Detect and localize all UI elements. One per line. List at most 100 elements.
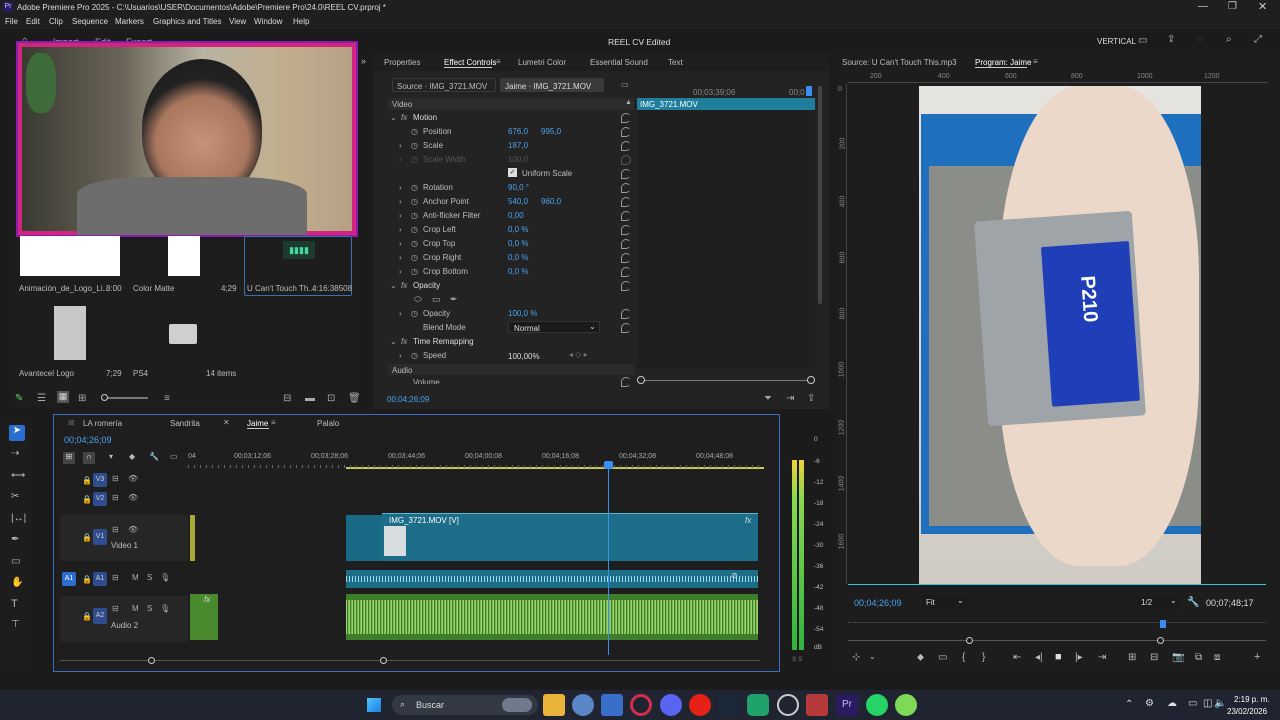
opacity-value[interactable]: 100,0 %: [508, 309, 537, 318]
property-value[interactable]: 100,0: [508, 155, 528, 164]
fx-icon[interactable]: fx: [401, 113, 407, 122]
reset-icon[interactable]: [621, 323, 631, 333]
pen-tool-icon[interactable]: ✒: [11, 534, 19, 545]
reset-icon[interactable]: [621, 253, 631, 263]
project-thumb-2[interactable]: [168, 236, 200, 276]
lift-icon[interactable]: ⊞: [1128, 652, 1136, 663]
fx-icon[interactable]: fx: [401, 337, 407, 346]
slip-icon[interactable]: |↔|: [11, 513, 26, 524]
sequence-tab-la-romeria[interactable]: LA romería: [83, 419, 122, 428]
fit-select[interactable]: Fit ⌄: [922, 595, 968, 609]
chevron-right-icon[interactable]: ›: [399, 267, 402, 276]
selection-tool-icon[interactable]: ➤: [9, 425, 25, 441]
sequence-tab-sandrita[interactable]: Sandrita: [170, 419, 200, 428]
minimize-icon[interactable]: —: [1198, 1, 1208, 12]
whatsapp-icon[interactable]: [866, 694, 888, 716]
ec-current-time[interactable]: 00;04;26;09: [387, 395, 429, 404]
chevron-right-icon[interactable]: ›: [399, 211, 402, 220]
freeform-view-icon[interactable]: ⊞: [78, 393, 86, 404]
meter-solo-buttons[interactable]: S S: [792, 656, 802, 663]
new-bin-icon[interactable]: ▬: [305, 393, 315, 404]
video-clip-stack[interactable]: [346, 515, 382, 561]
audio-clip-a2[interactable]: [346, 594, 758, 640]
yellow-clip-marker[interactable]: [190, 515, 195, 561]
property-value[interactable]: 676,0: [508, 127, 528, 136]
property-value[interactable]: 0,0 %: [508, 253, 528, 262]
ec-playhead[interactable]: [806, 86, 812, 96]
mark-in-bracket-icon[interactable]: {: [962, 652, 965, 663]
tray-app-icon[interactable]: ⚙: [1145, 698, 1154, 709]
lock-icon[interactable]: 🔒: [82, 612, 92, 621]
program-zoom-bar[interactable]: [848, 637, 1266, 644]
add-marker-icon[interactable]: ⬥: [917, 652, 924, 663]
track-v1-target[interactable]: V1: [93, 529, 107, 545]
tab-menu-icon[interactable]: ≡: [271, 418, 276, 427]
ripple-edit-icon[interactable]: ⟷: [11, 470, 25, 481]
stopwatch-icon[interactable]: ◷: [411, 183, 418, 192]
scroll-up-icon[interactable]: ▲: [625, 99, 632, 106]
solo-icon[interactable]: S: [147, 573, 152, 582]
network-icon[interactable]: ◫: [1203, 698, 1212, 709]
settings-app-icon[interactable]: [572, 694, 594, 716]
stopwatch-icon[interactable]: ◷: [411, 309, 418, 318]
time-remap-chevron-icon[interactable]: ⌄: [390, 337, 397, 346]
reset-icon[interactable]: [621, 281, 631, 291]
menu-sequence[interactable]: Sequence: [72, 17, 108, 26]
type-tool-icon[interactable]: T: [11, 598, 18, 610]
maximize-icon[interactable]: ❐: [1228, 1, 1237, 12]
timeline-timecode[interactable]: 00;04;26;09: [64, 435, 112, 445]
menu-window[interactable]: Window: [254, 17, 282, 26]
blend-mode-select[interactable]: Normal ⌄: [508, 321, 600, 333]
linked-icon[interactable]: ◆: [129, 452, 135, 461]
marker-icon[interactable]: ▾: [109, 452, 113, 461]
list-view-icon[interactable]: ☰: [37, 393, 46, 404]
tab-menu-icon[interactable]: ≡: [496, 57, 501, 66]
panel-menu-icon[interactable]: »: [361, 56, 366, 66]
reset-icon[interactable]: [621, 211, 631, 221]
menu-clip[interactable]: Clip: [49, 17, 63, 26]
close-icon[interactable]: ✕: [223, 418, 230, 427]
reset-icon[interactable]: [621, 239, 631, 249]
eye-icon[interactable]: 👁: [128, 493, 138, 502]
chevron-right-icon[interactable]: ›: [399, 141, 402, 150]
chevron-right-icon[interactable]: ›: [399, 155, 402, 164]
stopwatch-icon[interactable]: ◷: [411, 155, 418, 164]
fullscreen-icon[interactable]: ⤢: [1254, 34, 1262, 45]
youtube-icon[interactable]: [689, 694, 711, 716]
playhead-line[interactable]: [608, 463, 609, 655]
source-a1-patch[interactable]: A1: [62, 572, 76, 586]
razor-icon[interactable]: ✂: [11, 491, 19, 502]
fx-icon[interactable]: fx: [401, 281, 407, 290]
rect-mask-icon[interactable]: ▭: [432, 294, 441, 305]
reset-icon[interactable]: [621, 155, 631, 165]
captions-icon[interactable]: ▭: [170, 452, 178, 461]
resolution-select[interactable]: 1/2 ⌄: [1137, 595, 1181, 609]
reset-icon[interactable]: [621, 141, 631, 151]
trash-icon[interactable]: 🗑: [348, 393, 361, 404]
audio-clip-a1[interactable]: ⊘: [346, 570, 758, 588]
chatgpt-icon[interactable]: [777, 694, 799, 716]
volume-icon[interactable]: 🔈: [1214, 698, 1226, 709]
video-clip[interactable]: IMG_3721.MOV [V] fx: [382, 513, 758, 561]
source-clip-label[interactable]: Source · IMG_3721.MOV: [397, 82, 487, 91]
settings-wrench-icon[interactable]: 🔧: [149, 452, 159, 461]
stopwatch-icon[interactable]: ◷: [411, 127, 418, 136]
program-timecode[interactable]: 00;04;26;09: [854, 598, 902, 608]
program-monitor-tab[interactable]: Program: Jaime: [975, 58, 1031, 67]
extract-icon[interactable]: ⊟: [1150, 652, 1158, 663]
app-icon-green[interactable]: [747, 694, 769, 716]
icon-view-icon[interactable]: ▦: [57, 391, 69, 403]
go-to-in-icon[interactable]: ⇤: [1013, 652, 1021, 663]
add-button-icon[interactable]: +: [1254, 651, 1260, 663]
go-to-out-icon[interactable]: ⇥: [1098, 652, 1106, 663]
reset-icon[interactable]: [621, 377, 631, 387]
taskbar-search[interactable]: ⌕ Buscar: [392, 695, 538, 715]
audio-clip-a2-small[interactable]: fx: [190, 594, 218, 640]
wrench-icon[interactable]: 🔧: [1187, 597, 1199, 608]
panel-icon[interactable]: ▭: [1138, 35, 1147, 46]
chevron-right-icon[interactable]: ›: [399, 183, 402, 192]
stopwatch-icon[interactable]: ◷: [411, 253, 418, 262]
export-icon[interactable]: ⇪: [807, 393, 815, 404]
premiere-icon[interactable]: Pr: [836, 694, 858, 716]
track-v2-target[interactable]: V2: [93, 492, 107, 506]
